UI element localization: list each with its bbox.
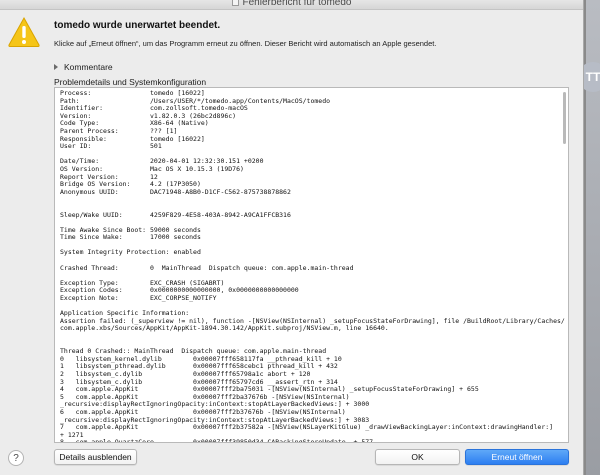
- disclosure-triangle-icon[interactable]: [54, 64, 58, 70]
- comments-label: Kommentare: [64, 62, 113, 72]
- report-line: System Integrity Protection: enabled: [60, 248, 201, 257]
- report-line: Crashed Thread: 0 MainThread Dispatch qu…: [60, 263, 354, 272]
- titlebar[interactable]: Fehlerbericht für tomedo: [0, 0, 583, 10]
- report-line: [60, 333, 568, 341]
- crash-report-textview[interactable]: Process: tomedo [16022] Path: /Users/USER…: [54, 87, 569, 443]
- scrollbar-thumb[interactable]: [563, 92, 566, 144]
- comments-disclosure[interactable]: Kommentare: [54, 62, 113, 72]
- report-line: 8 com.apple.QuartzCore 0x00007fff39850d3…: [60, 438, 374, 443]
- report-line: com.apple.xbs/Sources/AppKit/AppKit-1894…: [60, 324, 389, 333]
- hide-details-button[interactable]: Details ausblenden: [54, 449, 137, 465]
- crash-report-text: Process: tomedo [16022] Path: /Users/USER…: [55, 88, 568, 443]
- dialog-headline: tomedo wurde unerwartet beendet.: [54, 20, 221, 31]
- report-line: Time Since Wake: 17000 seconds: [60, 233, 201, 242]
- report-line: [60, 196, 568, 204]
- report-line: Sleep/Wake UUID: 4259F829-4E58-403A-8942…: [60, 210, 291, 219]
- report-line: Exception Note: EXC_CORPSE_NOTIFY: [60, 294, 217, 303]
- crash-report-window: Fehlerbericht für tomedo tomedo wurde un…: [0, 0, 584, 475]
- window-title: Fehlerbericht für tomedo: [0, 0, 583, 8]
- report-line: 7 com.apple.AppKit 0x00007fff2b37582a -[…: [60, 423, 554, 432]
- report-line: Anonymous UUID: DAC71948-A8B0-D1CF-C562-…: [60, 187, 291, 196]
- help-button[interactable]: ?: [8, 450, 24, 466]
- dialog-message: Klicke auf „Erneut öffnen“, um das Progr…: [54, 39, 437, 48]
- details-section-label: Problemdetails und Systemkonfiguration: [54, 77, 207, 87]
- warning-triangle-icon: [8, 16, 40, 47]
- reopen-button[interactable]: Erneut öffnen: [465, 449, 569, 465]
- document-icon: [231, 0, 239, 6]
- ok-button[interactable]: OK: [375, 449, 460, 465]
- report-line: User ID: 501: [60, 142, 162, 151]
